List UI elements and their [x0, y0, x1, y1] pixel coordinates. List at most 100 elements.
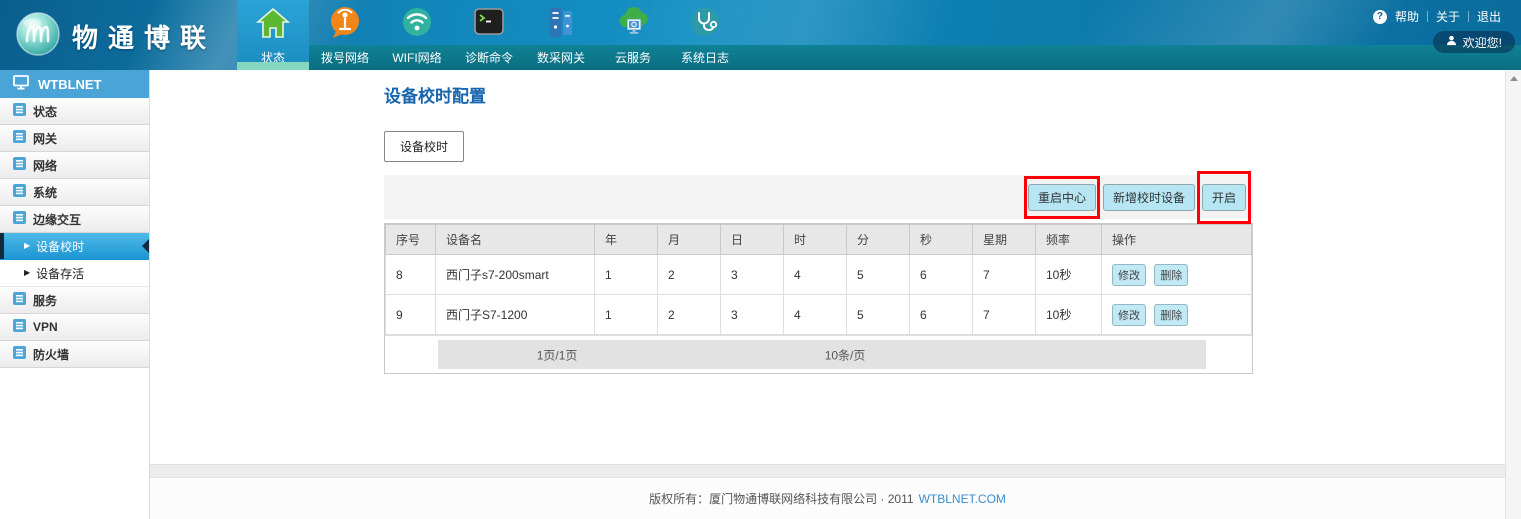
footer-site-link[interactable]: WTBLNET.COM	[919, 492, 1006, 506]
page-size-indicator: 10条/页	[825, 346, 866, 363]
user-icon	[1446, 35, 1457, 49]
table-row: 9 西门子S7-1200 1 2 3 4 5 6 7 10秒 修改	[386, 295, 1252, 335]
list-icon	[13, 103, 26, 119]
column-header: 设备名	[436, 225, 595, 255]
gateway-icon	[525, 4, 597, 44]
vertical-scrollbar[interactable]	[1505, 70, 1521, 519]
column-header: 月	[658, 225, 721, 255]
enable-annotation: 开启	[1202, 184, 1246, 211]
wifi-icon	[381, 4, 453, 44]
cell-day: 3	[721, 255, 784, 295]
sidebar-item-edge-interaction[interactable]: 边缘交互	[0, 206, 149, 233]
restart-center-annotation: 重启中心	[1028, 184, 1096, 211]
edit-button[interactable]: 修改	[1112, 264, 1146, 286]
about-link[interactable]: 关于	[1428, 8, 1468, 25]
sidebar-item-device-time-sync[interactable]: ▶ 设备校时	[0, 233, 149, 260]
column-header: 时	[784, 225, 847, 255]
cell-year: 1	[595, 255, 658, 295]
help-link[interactable]: 帮助	[1387, 8, 1427, 25]
welcome-label: 欢迎您!	[1463, 34, 1502, 51]
cell-frequency: 10秒	[1036, 295, 1102, 335]
column-header: 操作	[1102, 225, 1252, 255]
delete-button[interactable]: 删除	[1154, 264, 1188, 286]
delete-button[interactable]: 删除	[1154, 304, 1188, 326]
sidebar-item-status[interactable]: 状态	[0, 98, 149, 125]
list-icon	[13, 346, 26, 362]
nav-item-dial-network[interactable]: 拨号网络	[309, 0, 381, 70]
cell-week: 7	[973, 295, 1036, 335]
nav-item-diagnostic-command[interactable]: 诊断命令	[453, 0, 525, 70]
cell-actions: 修改 删除	[1102, 295, 1252, 335]
pagination-bar[interactable]: 1页/1页 10条/页	[438, 340, 1206, 369]
nav-item-cloud-service[interactable]: 云服务	[597, 0, 669, 70]
cell-second: 6	[910, 295, 973, 335]
terminal-icon	[453, 4, 525, 44]
logs-icon	[669, 4, 741, 44]
add-time-sync-device-button[interactable]: 新增校时设备	[1103, 184, 1195, 211]
cloud-icon	[597, 4, 669, 44]
scroll-up-arrow-icon[interactable]	[1510, 76, 1518, 81]
column-header: 频率	[1036, 225, 1102, 255]
column-header: 分	[847, 225, 910, 255]
welcome-user-button[interactable]: 欢迎您!	[1433, 31, 1515, 53]
cell-month: 2	[658, 255, 721, 295]
brand-logo: 物通博联	[14, 10, 216, 63]
main-area: 设备校时配置 设备校时 重启中心 新增校时设备 开启	[150, 70, 1505, 519]
cell-hour: 4	[784, 255, 847, 295]
column-header: 秒	[910, 225, 973, 255]
cell-second: 6	[910, 255, 973, 295]
list-icon	[13, 292, 26, 308]
header-utility-links: ? 帮助 关于 退出	[1373, 8, 1509, 25]
submenu-arrow-icon: ▶	[24, 269, 30, 277]
table-header-row: 序号 设备名 年 月 日 时 分 秒 星期 频率 操作	[386, 225, 1252, 255]
cell-day: 3	[721, 295, 784, 335]
cell-device-name: 西门子S7-1200	[436, 295, 595, 335]
column-header: 日	[721, 225, 784, 255]
app-header: 物通博联 状态	[0, 0, 1521, 70]
nav-item-system-logs[interactable]: 系统日志	[669, 0, 741, 70]
logo-sphere-icon	[14, 10, 62, 63]
sidebar-item-service[interactable]: 服务	[0, 287, 149, 314]
pagination-row: 1页/1页 10条/页	[385, 335, 1252, 373]
cell-minute: 5	[847, 255, 910, 295]
list-icon	[13, 184, 26, 200]
nav-item-wifi-network[interactable]: WIFI网络	[381, 0, 453, 70]
list-icon	[13, 157, 26, 173]
cell-frequency: 10秒	[1036, 255, 1102, 295]
cell-actions: 修改 删除	[1102, 255, 1252, 295]
list-icon	[13, 130, 26, 146]
dial-network-icon	[309, 4, 381, 44]
cell-hour: 4	[784, 295, 847, 335]
top-nav: 状态 拨号网络	[237, 0, 1521, 70]
tab-device-time-sync[interactable]: 设备校时	[384, 131, 464, 162]
device-time-panel: 重启中心 新增校时设备 开启 序号	[384, 175, 1253, 374]
nav-item-status[interactable]: 状态	[237, 0, 309, 70]
page-title: 设备校时配置	[384, 82, 1253, 107]
list-icon	[13, 319, 26, 335]
device-table-container: 序号 设备名 年 月 日 时 分 秒 星期 频率 操作	[384, 223, 1253, 374]
list-icon	[13, 211, 26, 227]
table-row: 8 西门子s7-200smart 1 2 3 4 5 6 7 10秒 修改	[386, 255, 1252, 295]
sidebar-item-vpn[interactable]: VPN	[0, 314, 149, 341]
device-time-table: 序号 设备名 年 月 日 时 分 秒 星期 频率 操作	[385, 224, 1252, 335]
brand-name: 物通博联	[72, 18, 216, 55]
submenu-arrow-icon: ▶	[24, 242, 30, 250]
sidebar-item-system[interactable]: 系统	[0, 179, 149, 206]
enable-button[interactable]: 开启	[1202, 184, 1246, 211]
cell-week: 7	[973, 255, 1036, 295]
column-header: 年	[595, 225, 658, 255]
sidebar-item-firewall[interactable]: 防火墙	[0, 341, 149, 368]
sidebar-item-device-alive[interactable]: ▶ 设备存活	[0, 260, 149, 287]
cell-year: 1	[595, 295, 658, 335]
footer-divider-strip	[150, 464, 1505, 478]
sidebar-item-gateway[interactable]: 网关	[0, 125, 149, 152]
home-icon	[237, 4, 309, 44]
sidebar-item-network[interactable]: 网络	[0, 152, 149, 179]
cell-seq: 9	[386, 295, 436, 335]
nav-item-data-gateway[interactable]: 数采网关	[525, 0, 597, 70]
toolbar: 重启中心 新增校时设备 开启	[384, 175, 1253, 219]
restart-center-button[interactable]: 重启中心	[1028, 184, 1096, 211]
logout-link[interactable]: 退出	[1469, 8, 1509, 25]
edit-button[interactable]: 修改	[1112, 304, 1146, 326]
copyright-text: 版权所有：厦门物通博联网络科技有限公司 · 2011	[649, 490, 913, 507]
